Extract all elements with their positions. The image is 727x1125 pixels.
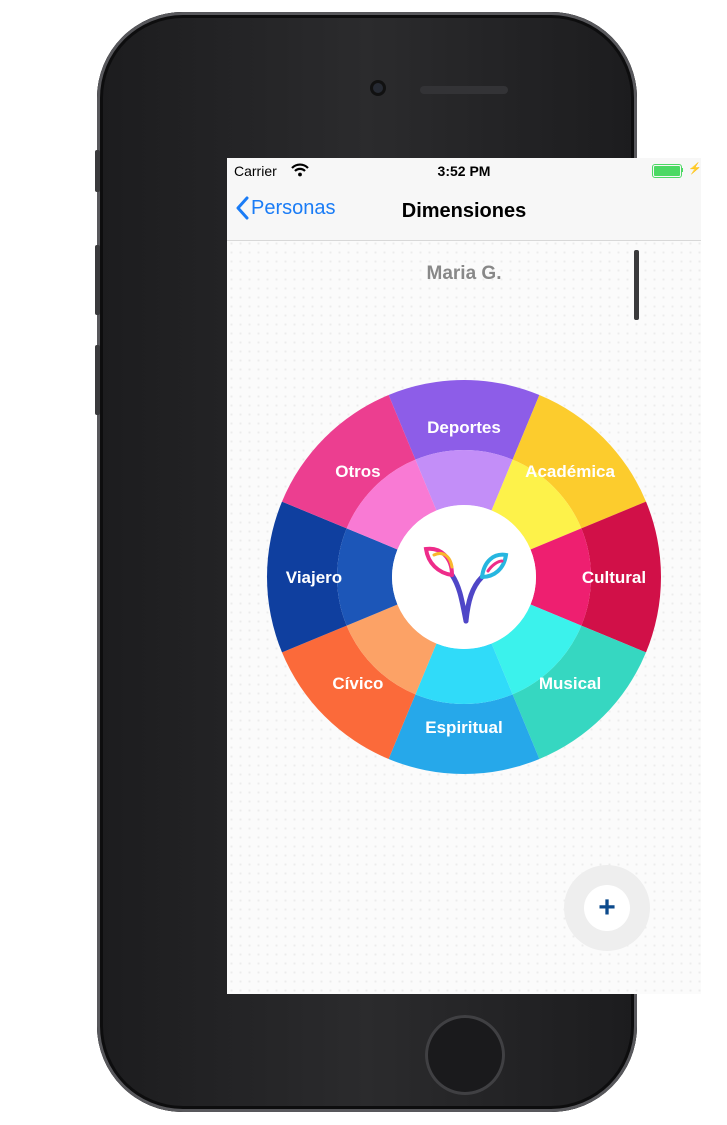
- wheel-segment-label: Otros: [335, 462, 380, 481]
- earpiece-speaker: [420, 86, 508, 94]
- charging-bolt-icon: ⚡: [688, 163, 701, 175]
- wheel-center: [392, 505, 536, 649]
- status-bar: Carrier 3:52 PM ⚡: [227, 158, 701, 184]
- add-button[interactable]: +: [564, 865, 650, 951]
- wheel-segment-label: Cultural: [582, 568, 646, 587]
- phone-frame: Carrier 3:52 PM ⚡ Personas Dimensiones M…: [97, 12, 701, 1112]
- mute-switch[interactable]: [95, 150, 100, 192]
- wheel-segment-label: Cívico: [332, 674, 383, 693]
- app-screen: Carrier 3:52 PM ⚡ Personas Dimensiones M…: [227, 158, 701, 994]
- plus-icon: +: [598, 891, 616, 924]
- navigation-bar: Personas Dimensiones: [227, 184, 701, 241]
- wheel-segment-label: Académica: [525, 462, 615, 481]
- page-title: Dimensiones: [401, 200, 527, 222]
- battery-icon: ⚡: [652, 163, 701, 178]
- wheel-segment-label: Viajero: [286, 568, 342, 587]
- wheel-segment-label: Musical: [539, 674, 601, 693]
- front-camera-icon: [370, 80, 386, 96]
- status-time: 3:52 PM: [437, 163, 491, 179]
- home-button[interactable]: [425, 1015, 505, 1095]
- volume-up-button[interactable]: [95, 245, 100, 315]
- person-name: Maria G.: [426, 263, 502, 284]
- power-button[interactable]: [634, 250, 639, 320]
- dimensions-wheel: Deportes Académica Cultural Musical Espiritu…: [267, 380, 661, 774]
- wheel-segment-label: Espiritual: [425, 718, 502, 737]
- volume-down-button[interactable]: [95, 345, 100, 415]
- wheel-segment-label: Deportes: [427, 418, 501, 437]
